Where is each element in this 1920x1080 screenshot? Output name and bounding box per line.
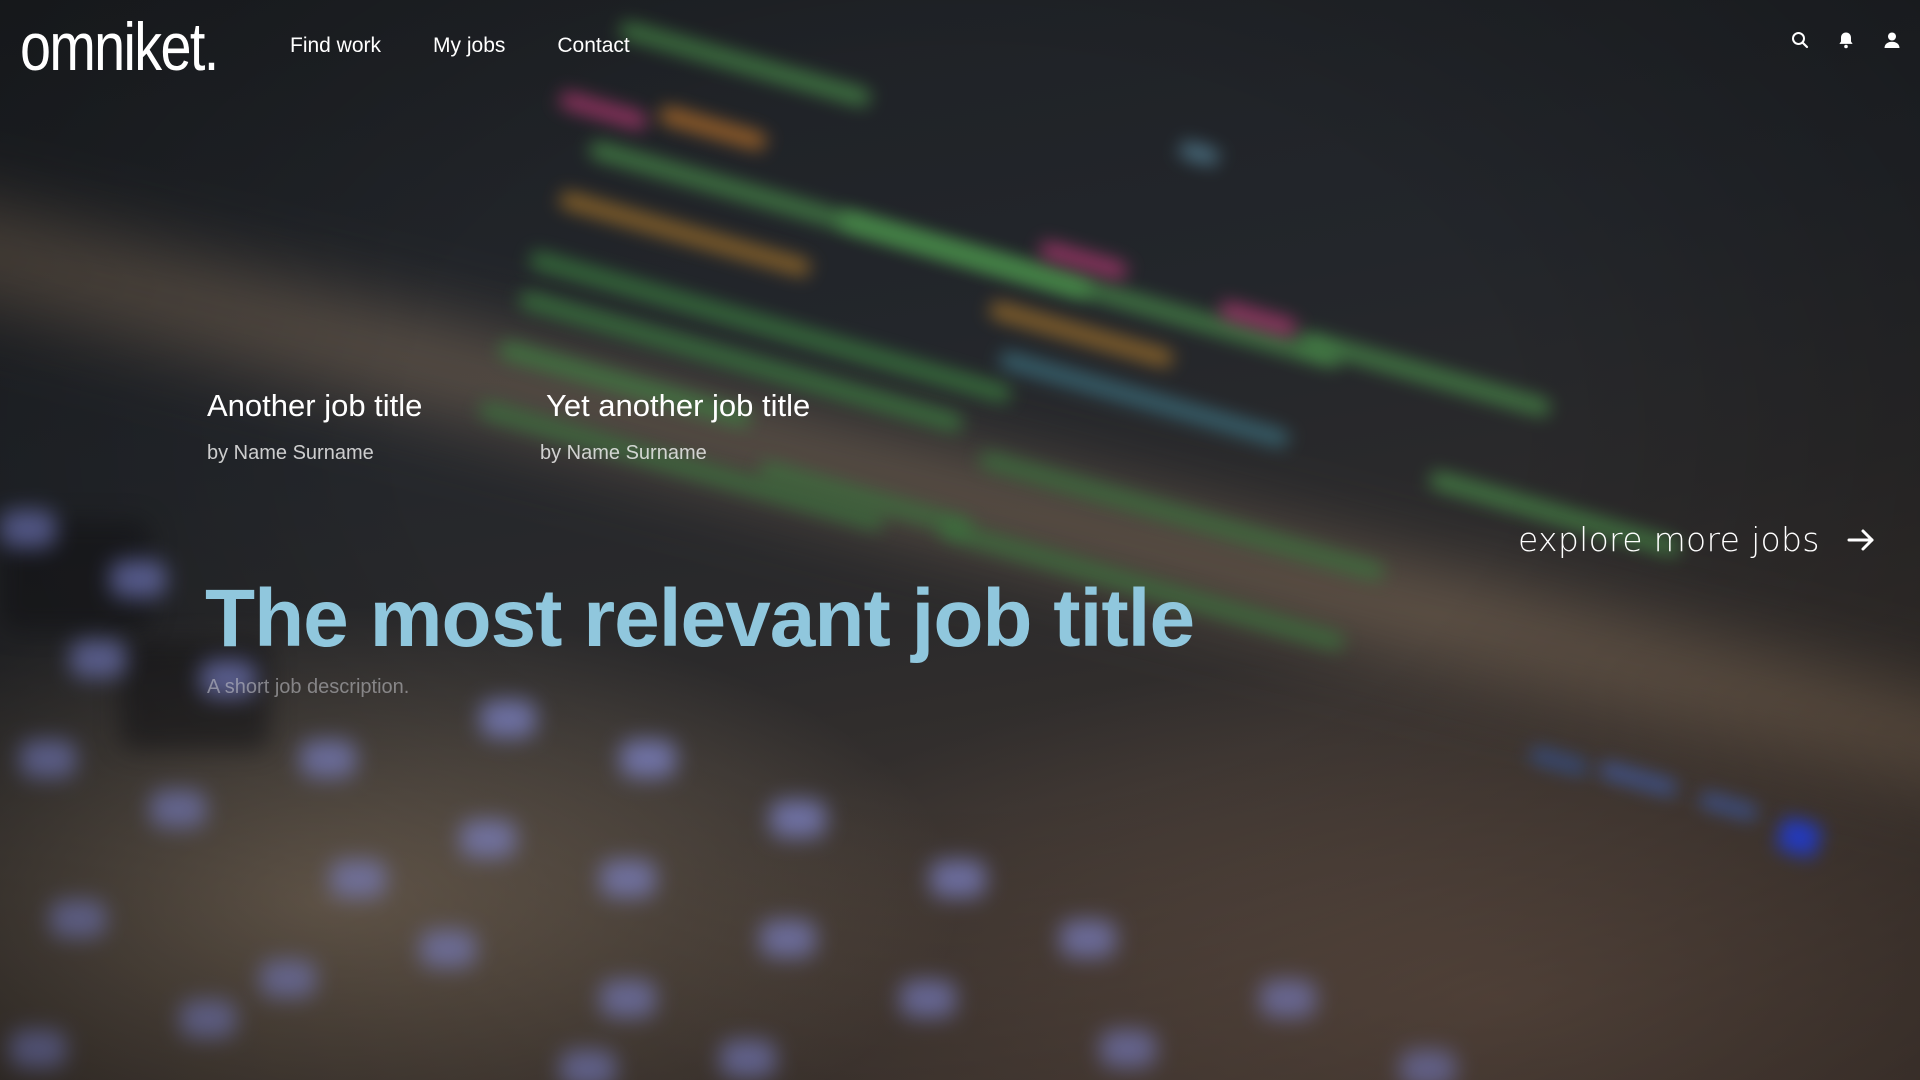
hero-job-description: A short job description. bbox=[207, 676, 410, 698]
explore-more-jobs-link[interactable]: explore more jobs bbox=[1518, 520, 1878, 559]
nav-find-work[interactable]: Find work bbox=[290, 34, 381, 58]
explore-more-label[interactable]: explore more jobs bbox=[1518, 520, 1820, 559]
search-icon[interactable] bbox=[1790, 30, 1810, 50]
job-card[interactable]: Yet another job title by Name Surname bbox=[540, 388, 810, 465]
brand-logo[interactable]: omniket. bbox=[20, 8, 219, 86]
job-title[interactable]: Another job title bbox=[207, 388, 422, 424]
bell-icon[interactable] bbox=[1836, 30, 1856, 50]
job-title[interactable]: Yet another job title bbox=[546, 388, 810, 424]
job-author: by Name Surname bbox=[540, 442, 707, 464]
job-card[interactable]: Another job title by Name Surname bbox=[207, 388, 422, 465]
nav-my-jobs[interactable]: My jobs bbox=[433, 34, 505, 58]
hero-job-title[interactable]: The most relevant job title bbox=[205, 572, 1195, 666]
job-author: by Name Surname bbox=[207, 442, 374, 464]
page-background: omniket. Find work My jobs Contact Anoth… bbox=[0, 0, 1920, 1080]
arrow-right-icon[interactable] bbox=[1844, 523, 1878, 557]
main-nav: Find work My jobs Contact bbox=[290, 34, 630, 58]
user-icon[interactable] bbox=[1882, 30, 1902, 50]
nav-contact[interactable]: Contact bbox=[557, 34, 629, 58]
header-icons bbox=[1790, 30, 1902, 50]
site-header: omniket. Find work My jobs Contact bbox=[0, 0, 1920, 100]
